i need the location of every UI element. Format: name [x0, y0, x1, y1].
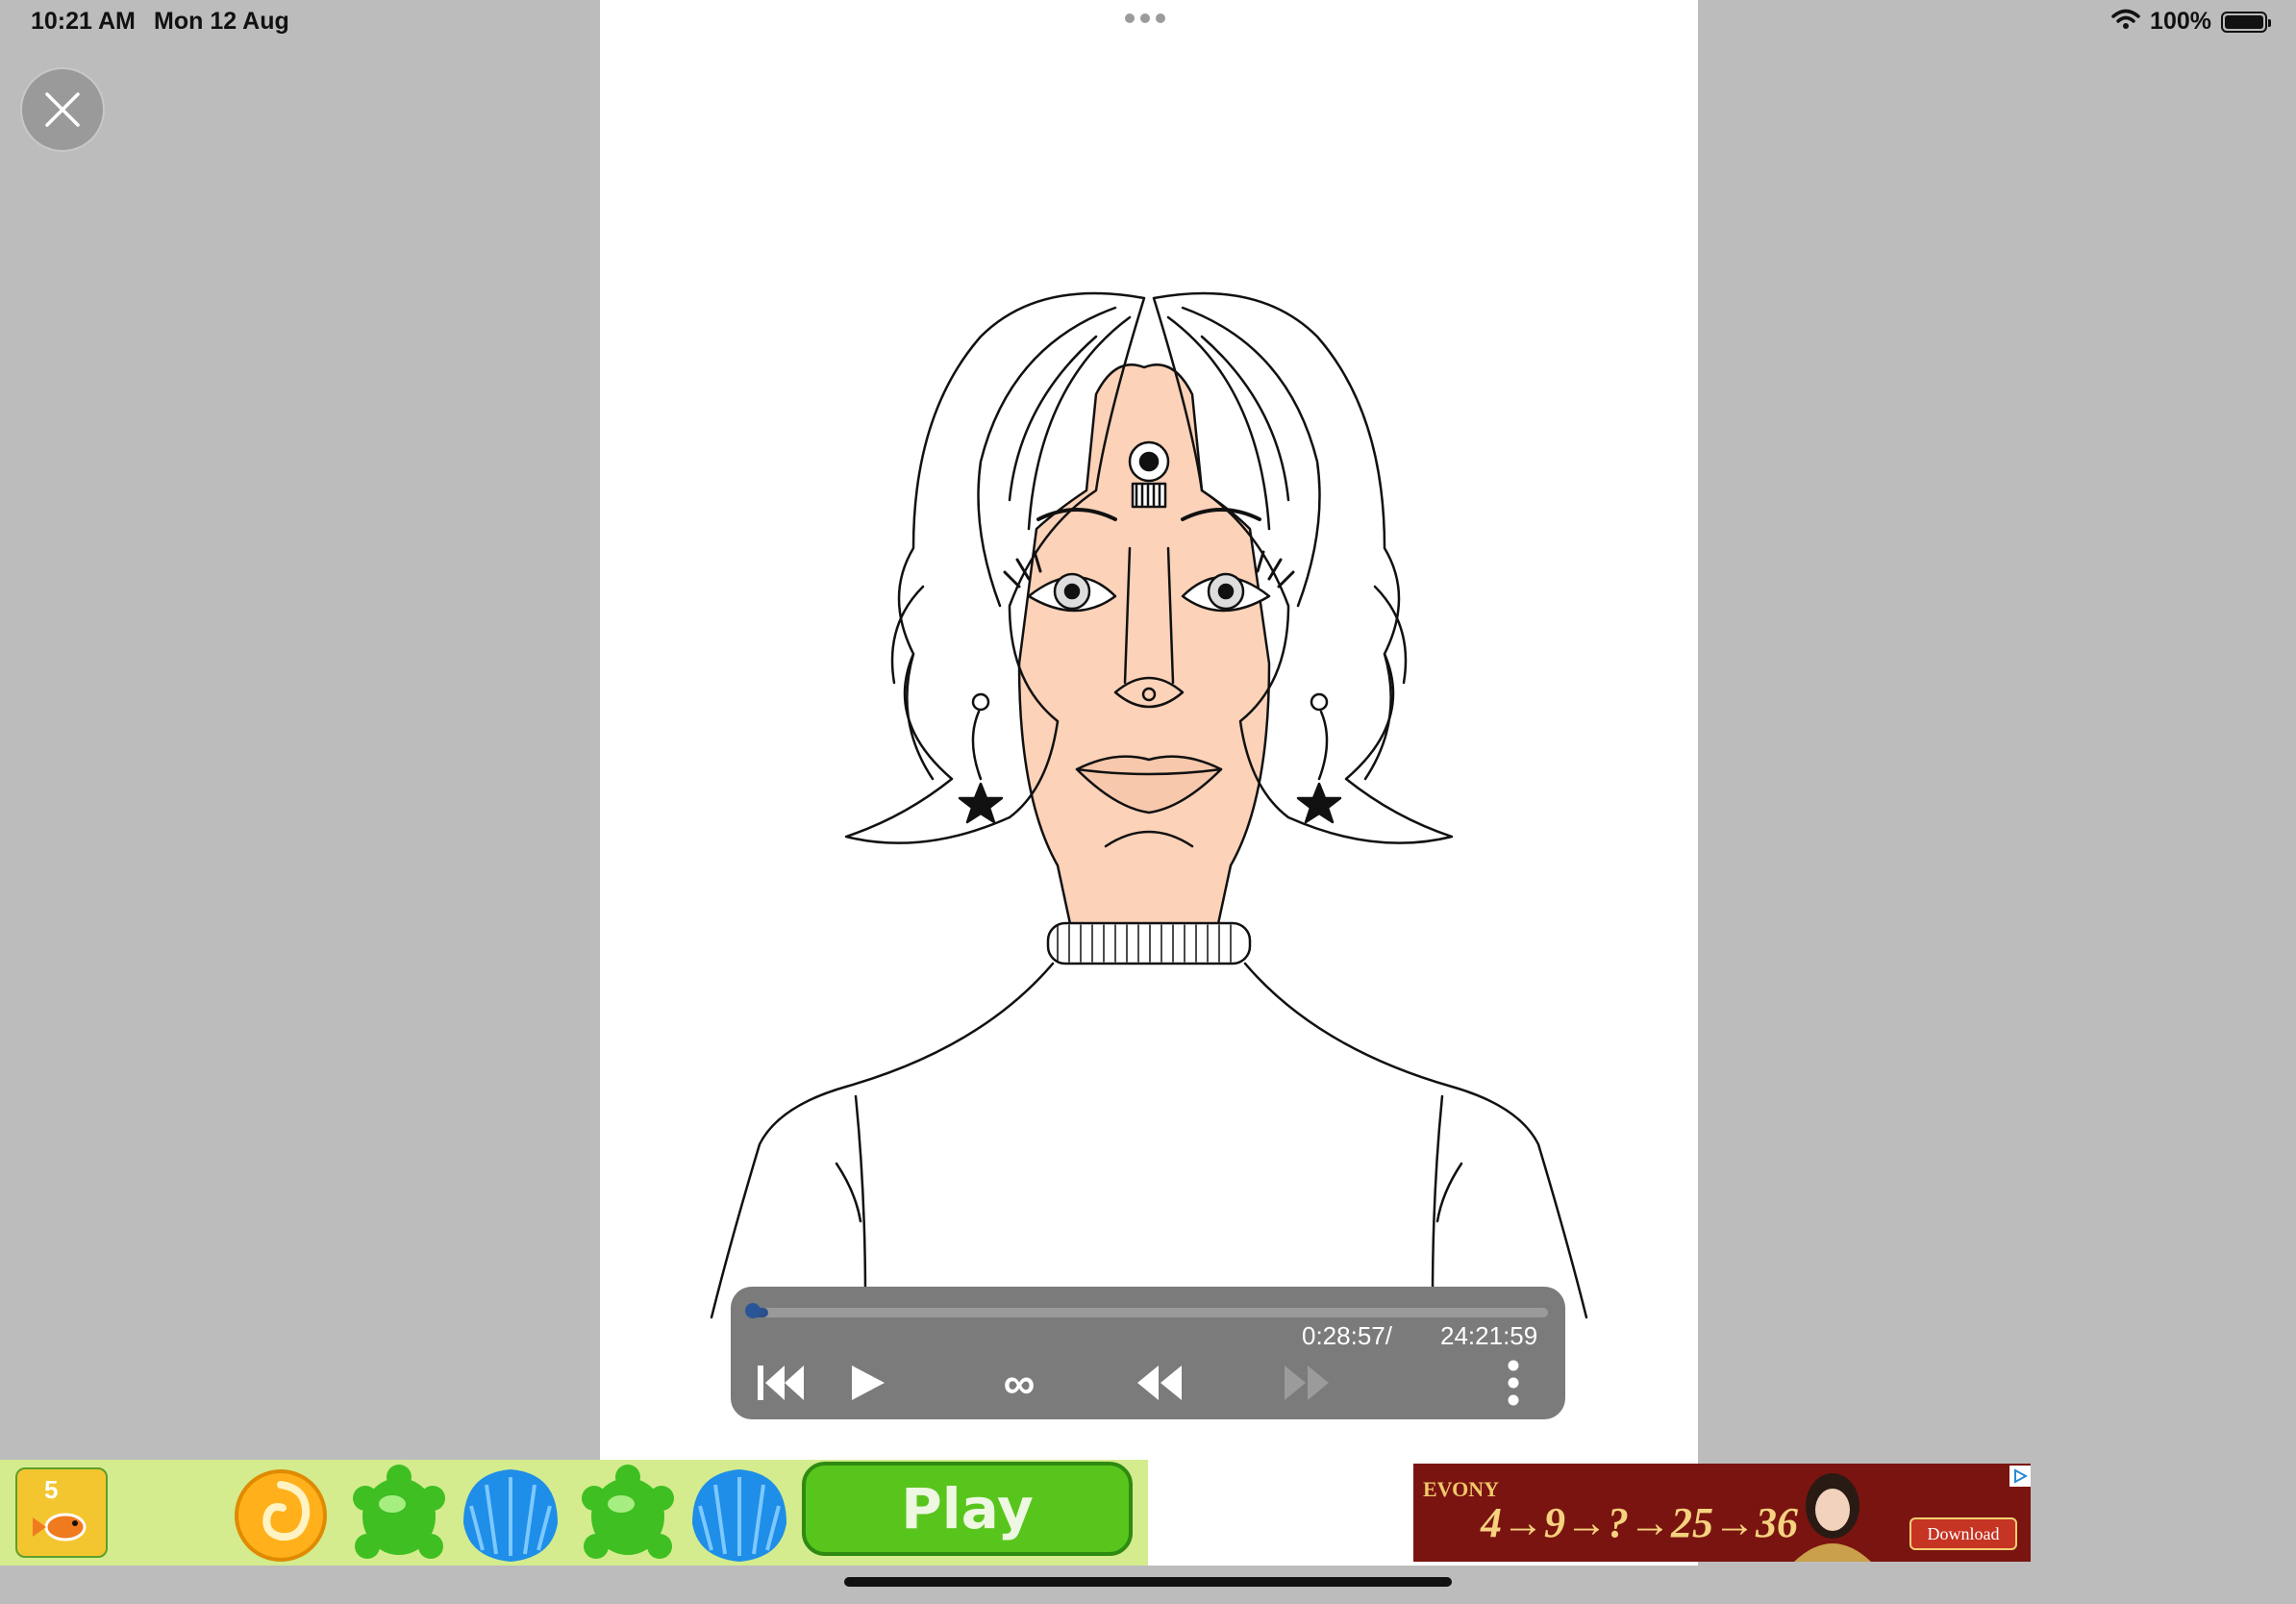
turtle-candy-icon — [582, 1465, 674, 1559]
status-time: 10:21 AM — [31, 8, 136, 35]
skip-start-icon — [758, 1366, 804, 1400]
ad-play-button[interactable]: Play — [802, 1462, 1133, 1556]
progress-handle[interactable] — [745, 1303, 761, 1318]
rewind-icon — [1137, 1366, 1182, 1400]
play-icon — [852, 1366, 885, 1400]
home-indicator[interactable] — [844, 1577, 1452, 1587]
shell-candy-icon — [463, 1469, 558, 1562]
replay-player: 0:28:57/ 24:21:59 ∞ — [731, 1287, 1565, 1419]
status-date: Mon 12 Aug — [154, 8, 289, 35]
fast-forward-icon — [1285, 1366, 1329, 1400]
battery-percentage: 100% — [2150, 8, 2211, 35]
turtle-candy-icon — [353, 1465, 445, 1559]
ad-number-puzzle: 4→9→?→25→36 — [1481, 1499, 1798, 1546]
loop-icon: ∞ — [1003, 1358, 1036, 1408]
close-button[interactable] — [20, 67, 105, 152]
loop-button[interactable]: ∞ — [986, 1356, 1053, 1410]
shell-candy-icon — [692, 1469, 786, 1562]
sweater-body — [710, 962, 1055, 1319]
ad-game-icon[interactable]: 5 — [15, 1467, 108, 1558]
current-time: 0:28:57/ — [1302, 1321, 1392, 1350]
right-earring-star — [1296, 782, 1342, 824]
ad-download-button[interactable]: Download — [1909, 1517, 2017, 1550]
vertical-dots-icon — [1508, 1360, 1519, 1406]
total-time: 24:21:59 — [1440, 1321, 1538, 1350]
play-button[interactable] — [836, 1356, 898, 1410]
left-earring-star — [958, 782, 1004, 824]
candy-swirl-icon — [235, 1469, 327, 1562]
skip-to-start-button[interactable] — [750, 1356, 811, 1410]
adchoices-icon[interactable] — [2009, 1466, 2031, 1487]
ad-banner-right[interactable]: EVONY 4→9→?→25→36 Download — [1413, 1464, 2031, 1562]
more-dots-icon[interactable] — [1125, 13, 1165, 23]
status-indicators: 100% — [2111, 8, 2271, 36]
battery-icon — [2221, 11, 2271, 33]
more-options-button[interactable] — [1494, 1356, 1533, 1410]
ad-character-image — [1794, 1473, 1871, 1562]
wifi-icon — [2111, 9, 2140, 35]
rewind-button[interactable] — [1125, 1356, 1192, 1410]
fast-forward-button[interactable] — [1274, 1356, 1341, 1410]
close-icon — [45, 92, 80, 127]
progress-bar[interactable] — [752, 1308, 1548, 1317]
portrait-artwork — [710, 291, 1588, 1319]
